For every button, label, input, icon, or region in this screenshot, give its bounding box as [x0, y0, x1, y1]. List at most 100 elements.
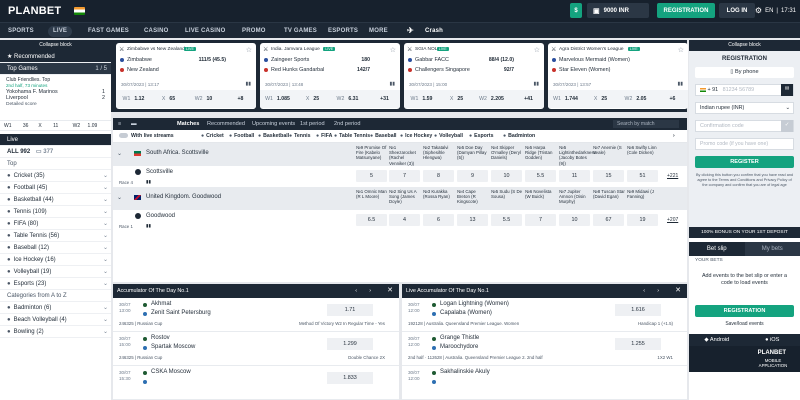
odd-button[interactable]: X 65: [151, 96, 186, 102]
match-card[interactable]: ⚔ Agra District Women's League LIVE ☆ Marvel…: [548, 43, 688, 109]
odd-button[interactable]: 9: [457, 170, 488, 182]
wallet-icon[interactable]: $: [570, 3, 582, 18]
collapse-chevron-icon[interactable]: ⌄: [117, 150, 122, 157]
tab-matches[interactable]: Matches: [177, 118, 199, 130]
stats-icon[interactable]: ▮▮: [146, 223, 151, 229]
sport-tab-tennis[interactable]: ● Tennis: [289, 130, 310, 143]
register-button[interactable]: REGISTER: [695, 156, 794, 168]
android-button[interactable]: ◆ Android: [689, 334, 745, 346]
odd-button[interactable]: +6: [653, 96, 688, 102]
odd-button[interactable]: 10: [559, 214, 590, 226]
collapse-block-right[interactable]: Collapse block: [689, 40, 800, 51]
match-card[interactable]: ⚔ India. Jamvara League LIVE ☆ Zaingeer Spor…: [260, 43, 400, 109]
sidebar-item-table-tennis[interactable]: ● Table Tennis (56) ⌄: [0, 230, 111, 242]
odd-button[interactable]: 1.71: [327, 304, 373, 316]
odd-button[interactable]: X 25: [295, 96, 330, 102]
odd-button[interactable]: 5: [356, 170, 387, 182]
next-icon[interactable]: ›: [369, 284, 371, 298]
match-card[interactable]: ⚔ Zimbabwe vs New Zealand LIVE ☆ Zimbabwe 111…: [116, 43, 256, 109]
sidebar-item-football[interactable]: ● Football (45) ⌄: [0, 182, 111, 194]
odd-button[interactable]: 8: [423, 170, 454, 182]
event-row[interactable]: Scottsville Race 4 ▮▮ 5 7 8 9 10 5.5 11 15 51 +221: [113, 166, 687, 187]
odd-button[interactable]: 1.255: [615, 338, 661, 350]
save-load-events[interactable]: Save/load events: [689, 321, 800, 327]
odd-button[interactable]: +31: [365, 96, 400, 102]
nav-more[interactable]: MORE: [369, 23, 388, 39]
ios-button[interactable]: ● iOS: [745, 334, 800, 346]
tab-recommended[interactable]: Recommended: [207, 118, 245, 130]
featured-match[interactable]: Club Friendlies. Top 2nd half, 73 minute…: [0, 75, 111, 121]
prev-icon[interactable]: ‹: [643, 284, 645, 298]
confirmation-code-field[interactable]: Confirmation code ✓: [695, 120, 794, 132]
search-input[interactable]: Search by match: [613, 120, 679, 128]
nav-live[interactable]: LIVE: [48, 25, 73, 37]
stats-icon[interactable]: ▮▮: [389, 81, 395, 87]
sidebar-item-badminton[interactable]: ● Badminton (6) ⌄: [0, 302, 111, 314]
sport-tab-baseball[interactable]: ● Baseball: [370, 130, 396, 143]
sport-tab-volleyball[interactable]: ● Volleyball: [434, 130, 463, 143]
sport-tab-esports[interactable]: ● Esports: [469, 130, 493, 143]
odd-button[interactable]: W1 1.744: [548, 96, 583, 102]
odd-button[interactable]: 4: [389, 214, 420, 226]
sidebar-item-fifa[interactable]: ● FIFA (80) ⌄: [0, 218, 111, 230]
event-group-title[interactable]: South Africa. Scottsville: [146, 150, 209, 156]
sport-tab-basketball[interactable]: ● Basketball: [258, 130, 289, 143]
sidebar-item-beach-volleyball[interactable]: ● Beach Volleyball (4) ⌄: [0, 314, 111, 326]
odd-button[interactable]: W2 2.205: [474, 96, 509, 102]
nav-sports[interactable]: SPORTS: [8, 23, 34, 39]
event-row[interactable]: Goodwood Race 1 ▮▮ 6.5 4 6 13 5.5 7 10 67 19 +207: [113, 210, 687, 231]
stats-icon[interactable]: ▮▮: [533, 81, 539, 87]
odd-button[interactable]: 15: [593, 170, 624, 182]
app-banner[interactable]: PLANBET MOBILE APPLICATION: [689, 346, 800, 372]
close-icon[interactable]: ✕: [675, 284, 681, 298]
close-icon[interactable]: ✕: [387, 284, 393, 298]
currency-select[interactable]: Indian rupee (INR) ⌄: [695, 102, 794, 114]
sidebar-item-esports[interactable]: ● Esports (23) ⌄: [0, 278, 111, 290]
accumulator-row[interactable]: 30/07 12:00 Grange Thistle Maroochydore 1.25…: [402, 332, 687, 366]
nav-promo[interactable]: PROMO: [242, 23, 266, 39]
odd-button[interactable]: 13: [457, 214, 488, 226]
odd-button[interactable]: W2 6.31: [330, 96, 365, 102]
odd-button[interactable]: W1 1.085: [260, 96, 295, 102]
sidebar-item-ice-hockey[interactable]: ● Ice Hockey (16) ⌄: [0, 254, 111, 266]
nav-tv-games[interactable]: TV GAMES: [284, 23, 317, 39]
odd-button[interactable]: 1.616: [615, 304, 661, 316]
stats-icon[interactable]: ▮▮: [245, 81, 251, 87]
sidebar-item-cricket[interactable]: ● Cricket (35) ⌄: [0, 170, 111, 182]
favorite-star-icon[interactable]: ☆: [534, 46, 540, 54]
chevron-right-icon[interactable]: ›: [673, 130, 675, 143]
sidebar-item-volleyball[interactable]: ● Volleyball (19) ⌄: [0, 266, 111, 278]
stats-icon[interactable]: ▮▮: [677, 81, 683, 87]
by-phone-tab[interactable]: ▯ By phone: [695, 67, 794, 78]
odd-button[interactable]: 5.5: [525, 170, 556, 182]
odd-button[interactable]: X 25: [439, 96, 474, 102]
sport-tab-fifa[interactable]: ● FIFA: [316, 130, 332, 143]
airplane-icon[interactable]: ✈: [407, 23, 414, 39]
sport-tab-badminton[interactable]: ● Badminton: [503, 130, 535, 143]
menu-icon[interactable]: ≡: [118, 118, 121, 130]
detailed-score-link[interactable]: Detailed score: [6, 102, 105, 107]
sidebar-item-baseball[interactable]: ● Baseball (12) ⌄: [0, 242, 111, 254]
odd-button[interactable]: 7: [525, 214, 556, 226]
tab-mybets[interactable]: My bets: [744, 242, 800, 256]
logo[interactable]: PLANBET: [8, 5, 61, 17]
odd-button[interactable]: +41: [509, 96, 544, 102]
odd-button[interactable]: 11: [559, 170, 590, 182]
nav-crash[interactable]: Crash: [425, 23, 443, 39]
odd-button[interactable]: 5.5: [491, 214, 522, 226]
sms-icon[interactable]: ✉: [781, 84, 793, 96]
collapse-chevron-icon[interactable]: ⌄: [117, 194, 122, 201]
more-markets-link[interactable]: +207: [667, 217, 678, 223]
nav-casino[interactable]: CASINO: [144, 23, 169, 39]
india-flag-icon[interactable]: [74, 7, 85, 15]
nav-live-casino[interactable]: LIVE CASINO: [185, 23, 226, 39]
sport-tab-football[interactable]: ● Football: [229, 130, 254, 143]
favorite-star-icon[interactable]: ☆: [246, 46, 252, 54]
accumulator-row[interactable]: 30/07 15:30 CSKA Moscow 1.833: [113, 366, 399, 400]
odd-button[interactable]: X 25: [583, 96, 618, 102]
stats-icon[interactable]: ▮▮: [146, 179, 151, 185]
accumulator-row[interactable]: 30/07 13:00 Akhmat Zenit Saint Petersburg 1.…: [113, 298, 399, 332]
sport-tab-cricket[interactable]: ● Cricket: [201, 130, 224, 143]
sport-tab-ice-hockey[interactable]: ● Ice Hockey: [400, 130, 432, 143]
collapse-block[interactable]: Collapse block: [0, 40, 111, 51]
